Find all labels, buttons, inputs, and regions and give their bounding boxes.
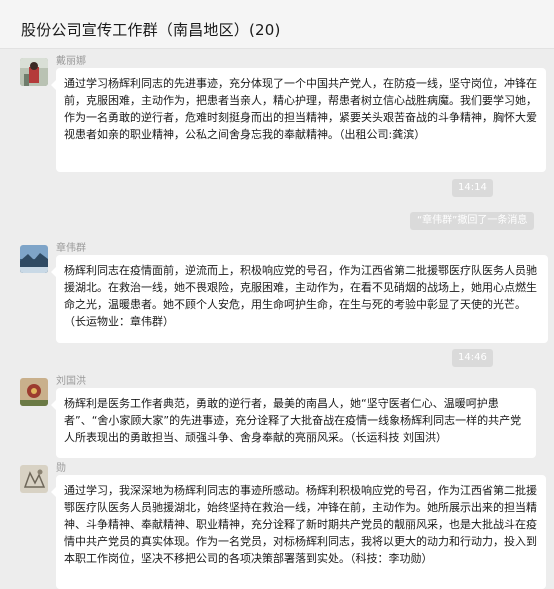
- sender-name: 章伟群: [56, 243, 86, 254]
- avatar-flower-icon[interactable]: [20, 378, 48, 406]
- avatar-sketch-icon[interactable]: [20, 465, 48, 493]
- message-text: 杨辉利同志在疫情面前，逆流而上，积极响应党的号召，作为江西省第二批援鄂医疗队医务…: [64, 264, 537, 328]
- message-text: 通过学习，我深深地为杨辉利同志的事迹所感动。杨辉利积极响应党的号召，作为江西省第…: [64, 484, 537, 565]
- message-bubble[interactable]: 杨辉利同志在疫情面前，逆流而上，积极响应党的号召，作为江西省第二批援鄂医疗队医务…: [51, 255, 548, 343]
- avatar-photo-icon[interactable]: [20, 58, 48, 86]
- message-bubble[interactable]: 通过学习杨辉利同志的先进事迹，充分体现了一个中国共产党人，在防疫一线，坚守岗位，…: [51, 68, 546, 172]
- message-text: 杨辉利是医务工作者典范，勇敢的逆行者，最美的南昌人，她“坚守医者仁心、温暖呵护患…: [64, 397, 522, 444]
- sender-name: 勋: [56, 463, 66, 474]
- sender-name: 戴丽娜: [56, 56, 86, 67]
- recall-notice: “章伟群”撤回了一条消息: [410, 212, 535, 230]
- message-text: 通过学习杨辉利同志的先进事迹，充分体现了一个中国共产党人，在防疫一线，坚守岗位，…: [64, 77, 537, 141]
- timestamp: 14:14: [452, 179, 493, 197]
- sender-name: 刘国洪: [56, 376, 86, 387]
- timestamp: 14:46: [452, 349, 493, 367]
- chat-header: 股份公司宣传工作群（南昌地区）(20): [0, 0, 554, 49]
- message-bubble[interactable]: 通过学习，我深深地为杨辉利同志的事迹所感动。杨辉利积极响应党的号召，作为江西省第…: [51, 475, 546, 589]
- chat-title: 股份公司宣传工作群（南昌地区）(20): [21, 21, 281, 39]
- avatar-landscape-icon[interactable]: [20, 245, 48, 273]
- message-bubble[interactable]: 杨辉利是医务工作者典范，勇敢的逆行者，最美的南昌人，她“坚守医者仁心、温暖呵护患…: [51, 388, 536, 458]
